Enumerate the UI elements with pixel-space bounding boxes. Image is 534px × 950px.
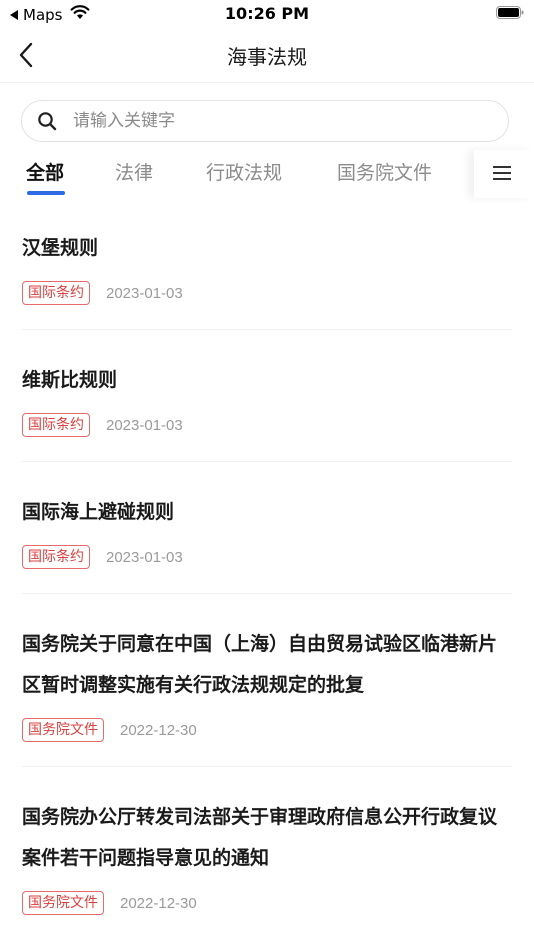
publish-date: 2023-01-03 [106,284,183,302]
tab-fade [448,150,474,198]
tab-law[interactable]: 法律 [115,158,153,185]
list-item[interactable]: 国务院关于同意在中国（上海）自由贸易试验区临港新片区暂时调整实施有关行政法规规定… [0,594,534,767]
item-title: 国际海上避碰规则 [22,501,175,523]
status-time: 10:26 PM [224,4,310,23]
item-meta: 国际条约 2023-01-03 [22,545,512,594]
category-tag: 国际条约 [22,281,90,305]
search-icon [38,112,57,131]
search-input[interactable] [73,111,453,131]
item-meta: 国务院文件 2022-12-30 [22,718,512,767]
tab-state-council-documents[interactable]: 国务院文件 [337,158,432,185]
list-item[interactable]: 国际海上避碰规则 国际条约 2023-01-03 [0,462,534,594]
list-item[interactable]: 维斯比规则 国际条约 2023-01-03 [0,330,534,462]
item-meta: 国务院文件 2022-12-30 [22,891,512,939]
category-tag: 国务院文件 [22,718,104,742]
item-meta: 国际条约 2023-01-03 [22,413,512,462]
item-title: 维斯比规则 [22,369,118,391]
item-title: 国务院办公厅转发司法部关于审理政府信息公开行政复议案件若干问题指导意见的通知 [22,806,498,869]
search-bar[interactable] [21,100,509,142]
item-meta: 国际条约 2023-01-03 [22,281,512,330]
category-tag: 国际条约 [22,413,90,437]
tab-administrative-regulations[interactable]: 行政法规 [206,158,282,185]
page-title: 海事法规 [227,45,307,69]
battery-icon [496,6,524,19]
nav-bar: 海事法规 [0,28,534,83]
regulation-list: 汉堡规则 国际条约 2023-01-03 维斯比规则 国际条约 2023-01-… [0,198,534,939]
publish-date: 2023-01-03 [106,416,183,434]
list-item[interactable]: 国务院办公厅转发司法部关于审理政府信息公开行政复议案件若干问题指导意见的通知 国… [0,767,534,939]
category-tag: 国际条约 [22,545,90,569]
publish-date: 2023-01-03 [106,548,183,566]
list-item[interactable]: 汉堡规则 国际条约 2023-01-03 [0,198,534,330]
tab-all[interactable]: 全部 [26,158,64,185]
active-tab-indicator [27,191,65,195]
category-tag: 国务院文件 [22,891,104,915]
menu-icon [493,166,511,180]
publish-date: 2022-12-30 [120,894,197,912]
item-title: 国务院关于同意在中国（上海）自由贸易试验区临港新片区暂时调整实施有关行政法规规定… [22,633,498,696]
tab-menu-button[interactable] [474,150,534,198]
status-bar: Maps 10:26 PM [0,0,534,28]
item-title: 汉堡规则 [22,237,99,259]
category-tabs: 全部 法律 行政法规 国务院文件 [0,150,534,198]
publish-date: 2022-12-30 [120,721,197,739]
